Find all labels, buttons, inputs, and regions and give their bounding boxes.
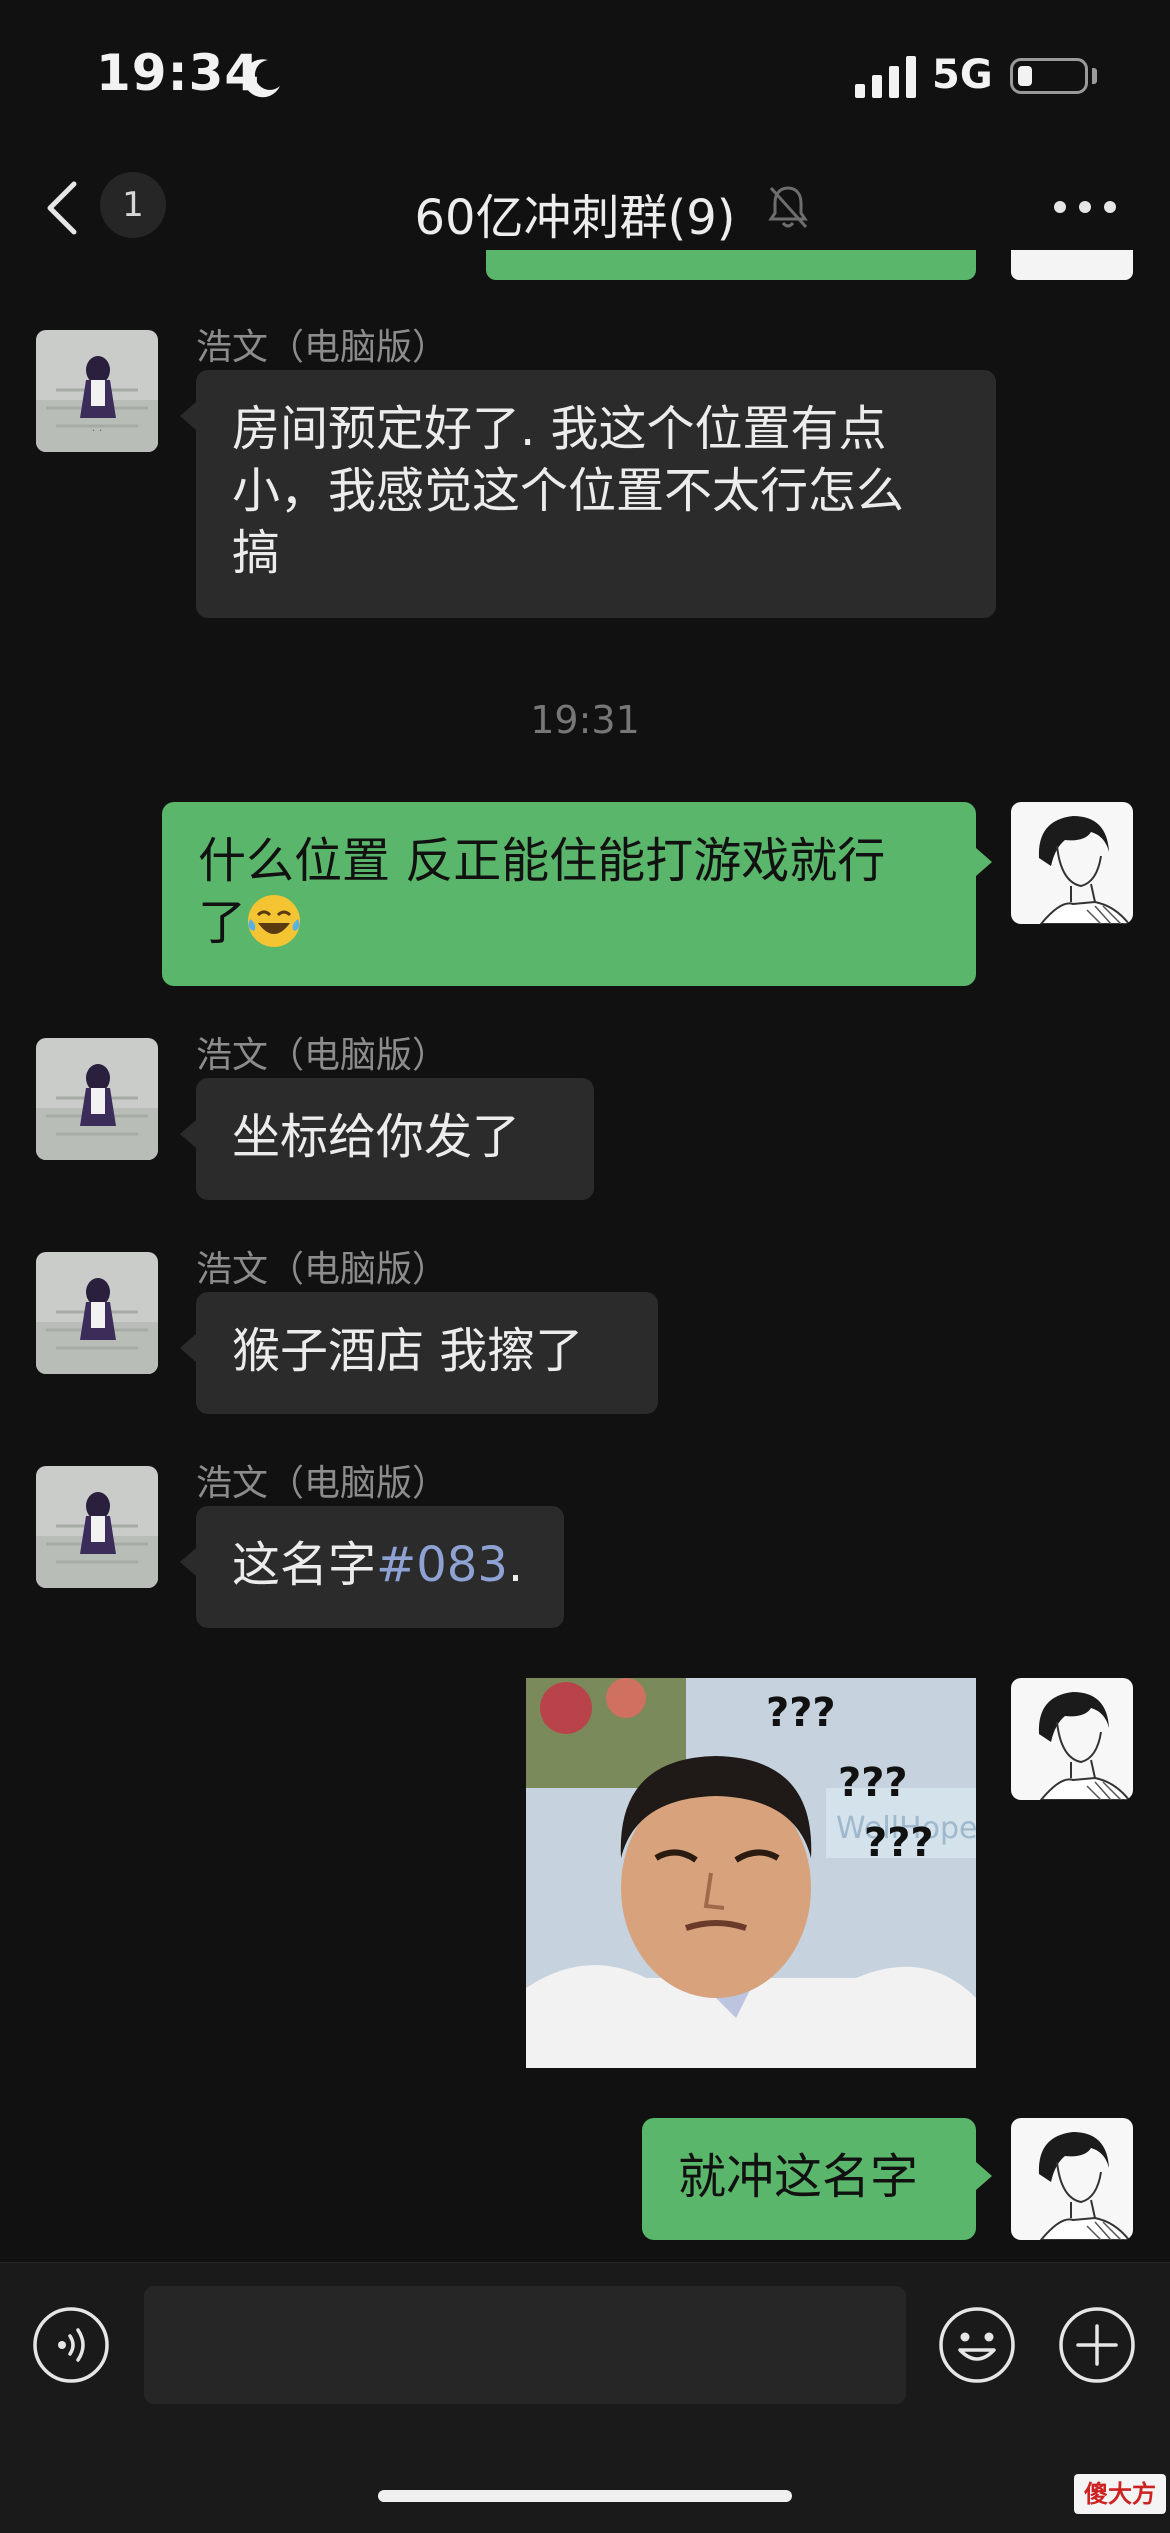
message-bubble[interactable]: 猴子酒店 我擦了 xyxy=(196,1292,658,1414)
watermark-label: 傻大方 xyxy=(1074,2474,1166,2514)
message-bubble[interactable]: 就冲这名字 xyxy=(642,2118,976,2240)
message-text: 就冲这名字 xyxy=(678,2149,919,2205)
message-line: 什么位置 反正能住能打游戏就行 xyxy=(198,833,886,889)
more-icon[interactable] xyxy=(1050,196,1120,218)
message-bubble[interactable]: 坐标给你发了 xyxy=(196,1078,594,1200)
bubble-tail xyxy=(180,402,196,430)
question-marks: ??? xyxy=(864,1820,934,1866)
sender-avatar[interactable] xyxy=(36,1038,158,1160)
sender-avatar[interactable] xyxy=(36,1466,158,1588)
message-line: 了 xyxy=(198,892,940,954)
voice-input-icon[interactable] xyxy=(32,2306,110,2384)
mute-bell-icon xyxy=(768,186,808,229)
bubble-tail xyxy=(976,848,992,876)
my-avatar[interactable] xyxy=(1011,2118,1133,2240)
message-text-row: 这名字#083. xyxy=(232,1534,528,1596)
message-bubble[interactable]: 房间预定好了. 我这个位置有点 小，我感觉这个位置不太行怎么 搞 xyxy=(196,370,996,618)
bubble-tail xyxy=(180,1120,196,1148)
emoji-icon[interactable] xyxy=(938,2306,1016,2384)
signal-icon xyxy=(855,56,916,98)
bubble-tail xyxy=(180,1334,196,1362)
bubble-tail xyxy=(180,1548,196,1576)
home-indicator[interactable] xyxy=(378,2490,792,2502)
message-line-text: 了 xyxy=(198,895,247,951)
moon-icon xyxy=(243,59,280,98)
sender-name: 浩文（电脑版） xyxy=(196,1249,449,1290)
status-time: 19:34 xyxy=(96,44,261,102)
message-text-tail: . xyxy=(507,1537,524,1593)
plus-icon[interactable] xyxy=(1058,2306,1136,2384)
sender-name: 浩文（电脑版） xyxy=(196,1463,449,1504)
tears-of-joy-emoji-icon xyxy=(248,895,301,947)
message-text: 坐标给你发了 xyxy=(232,1109,521,1165)
chat-title: 60亿冲刺群(9) xyxy=(414,190,736,246)
partial-message-bubble xyxy=(486,250,976,280)
question-marks: ??? xyxy=(766,1690,836,1736)
meme-image[interactable]: WellHope Medi ??? ??? ??? xyxy=(526,1678,976,2068)
sender-name: 浩文（电脑版） xyxy=(196,327,449,368)
message-line: 房间预定好了. 我这个位置有点 xyxy=(232,401,887,457)
message-line: 小，我感觉这个位置不太行怎么 xyxy=(232,463,905,519)
emoji-code-link[interactable]: #083 xyxy=(376,1537,508,1593)
message-text: 猴子酒店 我擦了 xyxy=(232,1323,584,1379)
message-text: 这名字 xyxy=(232,1537,377,1593)
svg-text:· ·: · · xyxy=(92,424,103,437)
my-avatar[interactable] xyxy=(1011,1678,1133,1800)
sender-avatar[interactable]: · · xyxy=(36,330,158,452)
sender-name: 浩文（电脑版） xyxy=(196,1035,449,1076)
bubble-tail xyxy=(976,2162,992,2190)
message-bubble[interactable]: 这名字#083. xyxy=(196,1506,564,1628)
question-marks: ??? xyxy=(838,1760,908,1806)
message-input[interactable] xyxy=(144,2286,906,2404)
battery-icon xyxy=(1010,58,1088,94)
my-avatar[interactable] xyxy=(1011,802,1133,924)
message-timestamp: 19:31 xyxy=(530,698,640,742)
sender-avatar[interactable] xyxy=(36,1252,158,1374)
partial-avatar xyxy=(1011,250,1133,280)
battery-nub xyxy=(1092,68,1097,84)
message-line: 搞 xyxy=(232,525,281,581)
message-bubble[interactable]: 什么位置 反正能住能打游戏就行 了 xyxy=(162,802,976,986)
network-label: 5G xyxy=(932,52,993,98)
